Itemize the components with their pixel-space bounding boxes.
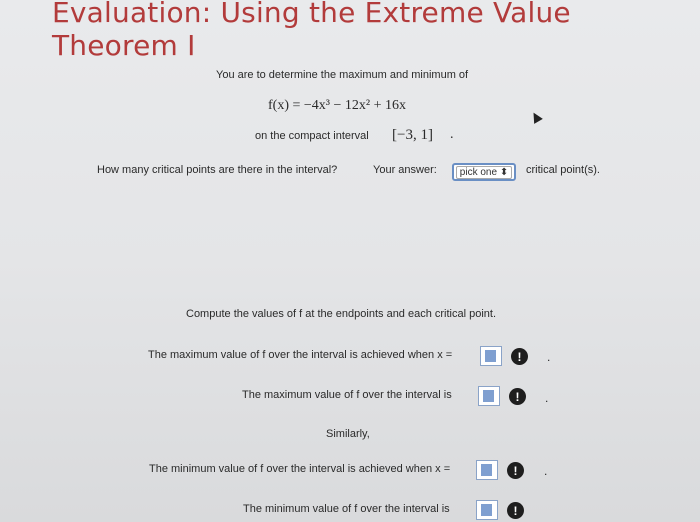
min-location-input[interactable] [476,460,498,480]
min-value-input[interactable] [476,500,498,520]
max-location-input[interactable] [480,346,502,366]
max-value-warning-icon: ! [509,388,526,405]
min-location-period: . [544,464,548,478]
min-location-label: The minimum value of f over the interval… [149,463,451,475]
max-location-label: The maximum value of f over the interval… [148,349,453,361]
interval-period: . [450,127,454,142]
min-value-label: The minimum value of f over the interval… [243,503,450,515]
function-expression: f(x) = −4x³ − 12x² + 16x [268,98,406,113]
min-value-warning-icon: ! [507,502,524,519]
compute-instruction: Compute the values of f at the endpoints… [186,308,497,320]
max-value-period: . [545,391,549,405]
interval-value: [−3, 1] [392,127,433,143]
page-title: Evaluation: Using the Extreme Value Theo… [52,0,571,62]
dropdown-value: pick one ⬍ [455,165,513,179]
mouse-cursor-icon [529,110,543,124]
max-location-warning-icon: ! [511,348,528,365]
min-location-warning-icon: ! [507,462,524,479]
similarly-text: Similarly, [326,428,370,440]
max-value-label: The maximum value of f over the interval… [242,389,452,401]
max-location-period: . [547,350,551,364]
critical-points-suffix: critical point(s). [526,164,600,176]
your-answer-label: Your answer: [373,164,437,176]
interval-label: on the compact interval [255,130,369,142]
intro-text: You are to determine the maximum and min… [216,69,469,81]
max-value-input[interactable] [478,386,500,406]
critical-question: How many critical points are there in th… [97,164,338,176]
critical-points-dropdown[interactable]: pick one ⬍ [452,163,516,181]
